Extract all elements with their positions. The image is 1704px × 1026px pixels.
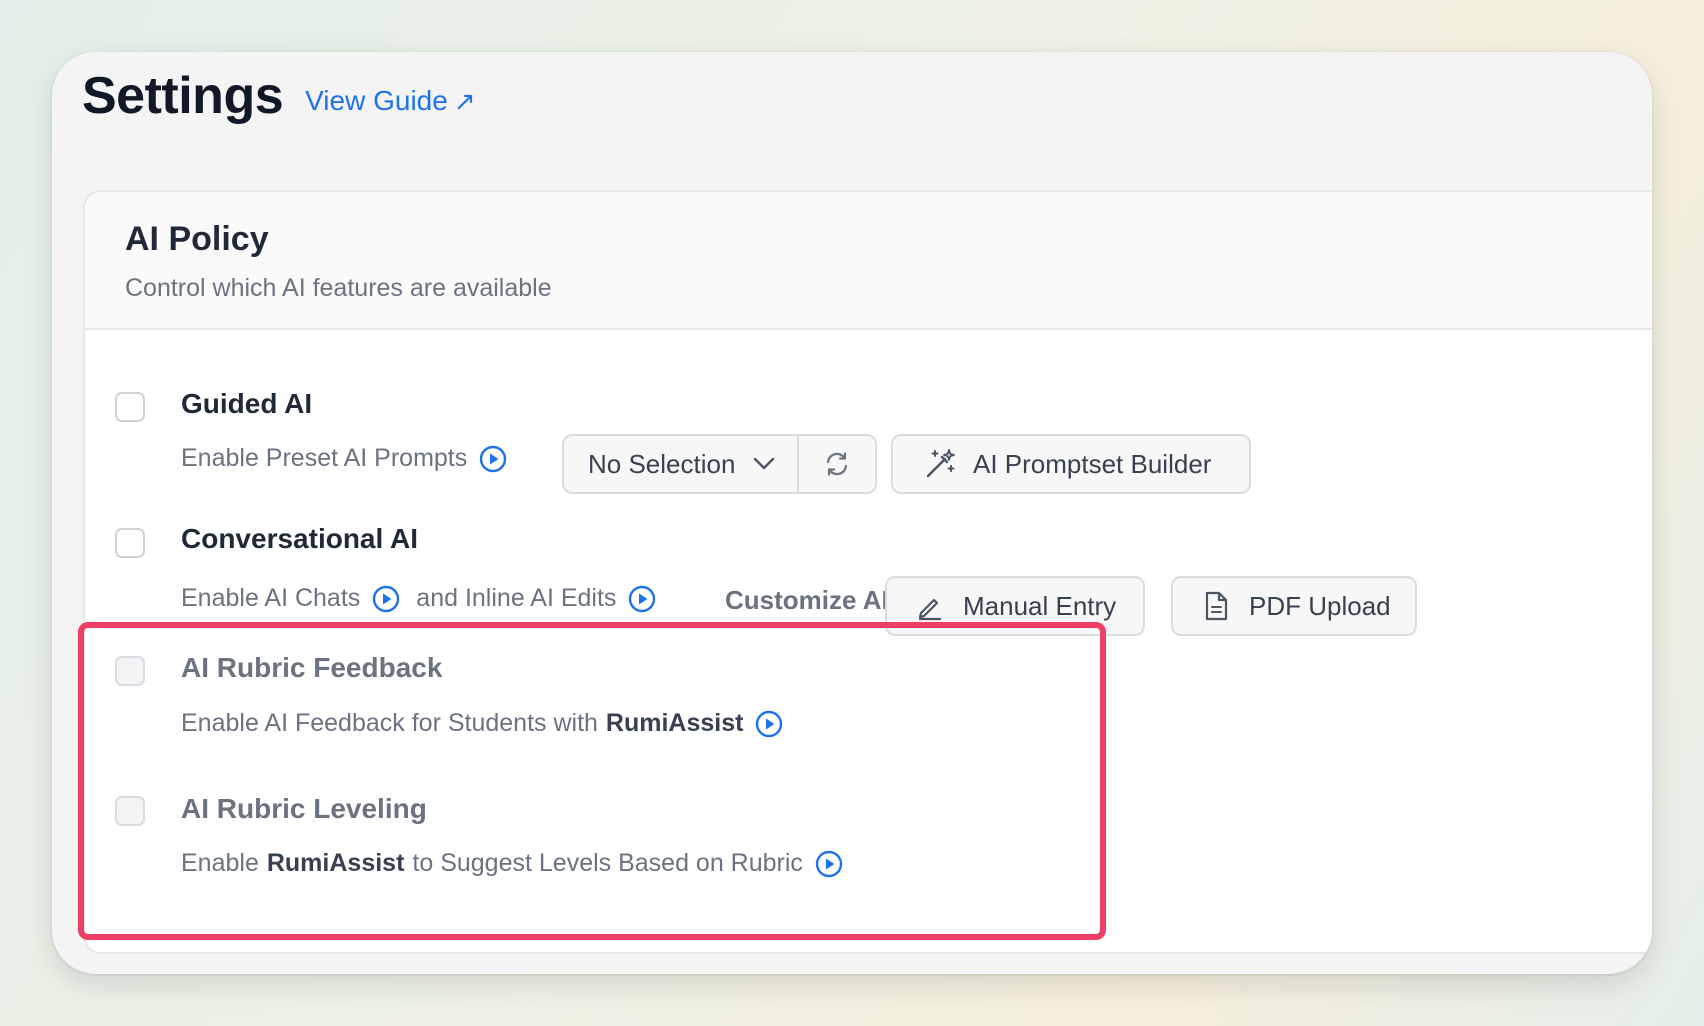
rubric-feedback-checkbox[interactable] (115, 656, 145, 686)
play-circle-icon[interactable] (628, 585, 656, 613)
ai-policy-subtitle: Control which AI features are available (125, 274, 552, 302)
customize-ai-label: Customize AI (725, 585, 889, 615)
page-title: Settings (82, 67, 284, 125)
ai-promptset-builder-button[interactable]: AI Promptset Builder (891, 434, 1251, 494)
conversational-ai-description: Enable AI Chats and Inline AI Edits (181, 584, 656, 613)
rubric-feedback-title: AI Rubric Feedback (181, 652, 443, 683)
play-circle-icon[interactable] (372, 585, 400, 613)
conversational-ai-desc-chats: Enable AI Chats (181, 584, 361, 612)
guided-ai-checkbox[interactable] (115, 392, 145, 422)
document-icon (1205, 591, 1228, 621)
guided-ai-description: Enable Preset AI Prompts (181, 444, 507, 473)
refresh-button[interactable] (799, 436, 875, 492)
view-guide-label: View Guide (305, 85, 448, 116)
manual-entry-button[interactable]: Manual Entry (885, 576, 1145, 636)
guided-ai-title: Guided AI (181, 388, 313, 419)
rubric-leveling-brand: RumiAssist (266, 849, 405, 877)
pdf-upload-label: PDF Upload (1249, 590, 1391, 621)
rubric-leveling-description: Enable RumiAssist to Suggest Levels Base… (181, 849, 843, 878)
rubric-leveling-checkbox[interactable] (115, 796, 145, 826)
promptset-select[interactable]: No Selection (564, 436, 800, 492)
promptset-select-value: No Selection (588, 448, 736, 479)
play-circle-icon[interactable] (815, 850, 843, 878)
refresh-icon (827, 452, 848, 476)
rubric-leveling-title: AI Rubric Leveling (181, 793, 427, 824)
chevron-down-icon (754, 457, 775, 470)
ai-policy-header: AI Policy Control which AI features are … (85, 192, 1652, 330)
conversational-ai-title: Conversational AI (181, 523, 419, 554)
play-circle-icon[interactable] (479, 445, 507, 473)
rubric-leveling-desc-prefix: Enable (181, 849, 259, 877)
rubric-leveling-desc-suffix: to Suggest Levels Based on Rubric (412, 849, 803, 877)
conversational-ai-checkbox[interactable] (115, 528, 145, 558)
pdf-upload-button[interactable]: PDF Upload (1171, 576, 1417, 636)
guided-ai-desc-text: Enable Preset AI Prompts (181, 444, 468, 472)
play-circle-icon[interactable] (755, 710, 783, 738)
page-header: Settings View Guide ↗ (82, 66, 476, 126)
magic-wand-icon (926, 449, 955, 478)
arrow-up-right-icon: ↗ (453, 86, 476, 116)
view-guide-link[interactable]: View Guide ↗ (305, 85, 475, 117)
ai-policy-title: AI Policy (125, 220, 269, 258)
ai-policy-card: AI Policy Control which AI features are … (83, 190, 1652, 954)
rubric-feedback-brand: RumiAssist (605, 709, 744, 737)
rubric-feedback-description: Enable AI Feedback for Students with Rum… (181, 709, 783, 738)
pencil-icon (918, 598, 942, 621)
rubric-feedback-desc-text: Enable AI Feedback for Students with (181, 709, 598, 737)
promptset-select-group: No Selection (562, 434, 878, 494)
conversational-ai-desc-edits: and Inline AI Edits (416, 584, 617, 612)
manual-entry-label: Manual Entry (963, 590, 1117, 621)
ai-promptset-builder-label: AI Promptset Builder (973, 448, 1212, 479)
settings-window: Settings View Guide ↗ AI Policy Control w… (52, 52, 1652, 974)
